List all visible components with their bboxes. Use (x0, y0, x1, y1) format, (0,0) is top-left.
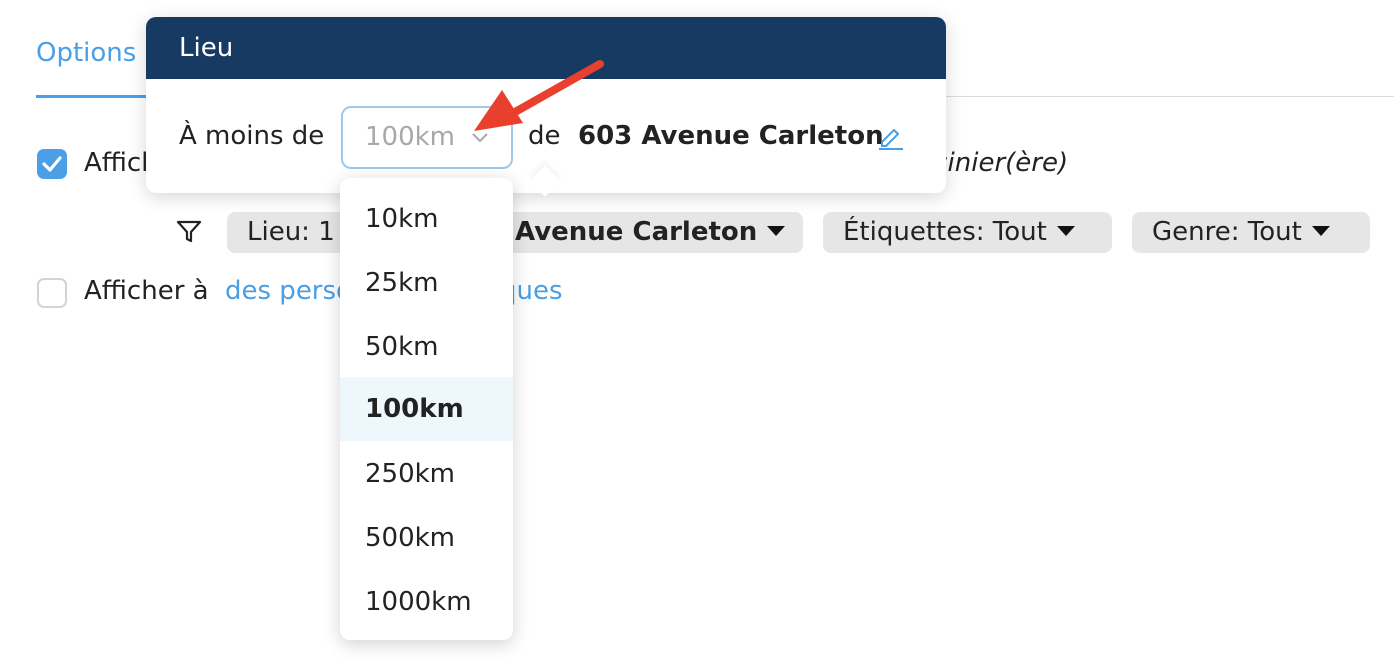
distance-option-500km[interactable]: 500km (340, 506, 513, 570)
distance-option-250km[interactable]: 250km (340, 442, 513, 506)
gender-chip-label: Genre: Tout (1152, 217, 1302, 247)
gender-filter-chip[interactable]: Genre: Tout (1132, 212, 1370, 253)
tab-active-indicator (36, 95, 146, 98)
tab-options[interactable]: Options (36, 38, 136, 68)
show-to-checkbox[interactable] (37, 278, 67, 308)
distance-option-50km[interactable]: 50km (340, 315, 513, 379)
tags-chip-label: Étiquettes: Tout (843, 217, 1047, 247)
distance-select-value: 100km (365, 122, 456, 152)
distance-dropdown-list: 10km 25km 50km 100km 250km 500km 1000km (340, 178, 513, 640)
within-label: À moins de (179, 121, 325, 151)
filter-icon (176, 220, 202, 243)
of-label: de (528, 121, 561, 151)
chevron-down-icon (472, 133, 488, 143)
location-filter-chip[interactable]: Lieu: 1 Avenue Carleton (227, 212, 803, 253)
show-option-checkbox[interactable] (37, 149, 67, 179)
popover-title: Lieu (146, 17, 946, 79)
distance-option-1000km[interactable]: 1000km (340, 570, 513, 634)
caret-down-icon (1056, 225, 1075, 236)
distance-option-25km[interactable]: 25km (340, 251, 513, 315)
show-to-label: Afficher à (84, 276, 209, 306)
role-text: sinier(ère) (934, 148, 1069, 178)
checkmark-icon (42, 156, 62, 172)
people-link-start[interactable]: des perso (225, 276, 352, 306)
address-text: 603 Avenue Carleton (578, 121, 884, 151)
location-chip-prefix: Lieu: 1 (247, 217, 335, 247)
caret-down-icon (767, 225, 786, 236)
tags-filter-chip[interactable]: Étiquettes: Tout (823, 212, 1112, 253)
distance-option-10km[interactable]: 10km (340, 187, 513, 251)
distance-option-100km[interactable]: 100km (340, 377, 513, 441)
caret-down-icon (1311, 225, 1330, 236)
distance-select[interactable]: 100km (341, 106, 513, 169)
pencil-icon[interactable] (878, 124, 904, 150)
location-chip-address: Avenue Carleton (515, 217, 758, 247)
